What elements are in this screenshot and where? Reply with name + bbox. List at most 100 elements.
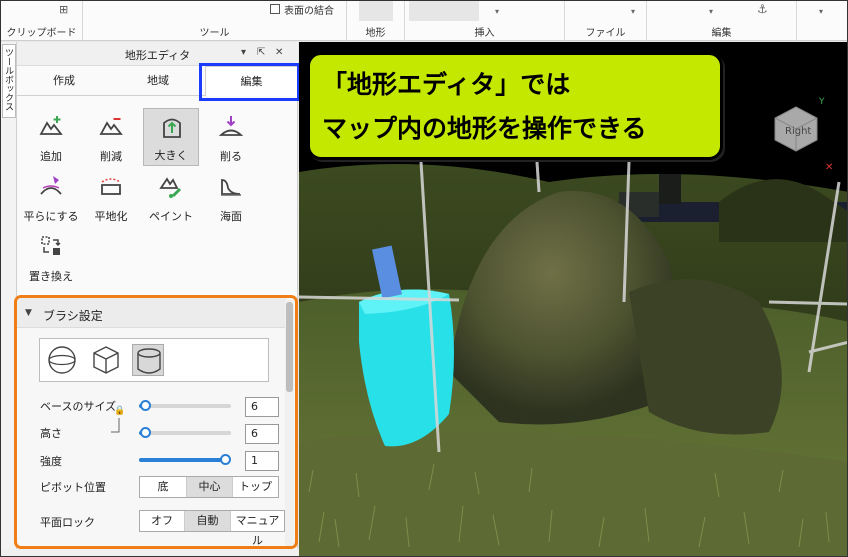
pivot-option-center[interactable]: 中心: [187, 477, 233, 497]
tool-grow-label: 大きく: [154, 149, 188, 162]
edit-dropdown-icon[interactable]: ▾: [709, 7, 713, 16]
tab-create[interactable]: 作成: [17, 66, 111, 96]
height-slider-knob[interactable]: [140, 427, 151, 438]
base-size-label: ベースのサイズ: [40, 400, 117, 413]
subtract-terrain-icon: [99, 118, 123, 135]
tool-subtract-label: 削減: [100, 150, 122, 163]
base-size-slider-knob[interactable]: [140, 400, 151, 411]
tool-sea-level[interactable]: 海面: [203, 168, 259, 226]
strength-label: 強度: [40, 455, 62, 468]
tool-flatten[interactable]: 平地化: [83, 168, 139, 226]
file-group-label: ファイル: [585, 28, 626, 39]
terrain-button[interactable]: [359, 1, 393, 21]
edit-tab-highlight: [199, 63, 300, 101]
tool-replace[interactable]: 置き換え: [23, 228, 79, 286]
x-axis-marker: ✕: [825, 162, 834, 173]
tool-erode[interactable]: 削る: [203, 108, 259, 166]
panel-title: 地形エディタ: [124, 49, 191, 62]
3d-viewport[interactable]: Right Y ✕ 「地形エディタ」では マップ内の地形を操作できる: [299, 42, 847, 556]
pivot-option-bottom[interactable]: 底: [140, 477, 187, 497]
brush-shape-cube[interactable]: [90, 344, 122, 376]
brush-settings-header[interactable]: ▼ ブラシ設定: [17, 298, 287, 328]
file-dropdown-icon[interactable]: ▾: [631, 7, 635, 16]
pivot-option-top[interactable]: トップ: [233, 477, 278, 497]
merge-surfaces-label: 表面の結合: [284, 6, 334, 17]
strength-slider[interactable]: [139, 454, 231, 465]
anchor-icon[interactable]: ⚓: [757, 2, 768, 16]
annotation-callout: 「地形エディタ」では マップ内の地形を操作できる: [307, 52, 723, 160]
base-size-input[interactable]: 6: [245, 397, 279, 417]
height-slider[interactable]: [139, 427, 231, 438]
brush-settings-scroll-thumb[interactable]: [286, 302, 293, 392]
callout-line-2: マップ内の地形を操作できる: [322, 114, 647, 143]
cube-icon: [93, 346, 119, 374]
flatten-terrain-icon: [101, 178, 121, 195]
ribbon: ⊞ クリップボード ツール 表面の結合 地形 ▾ 挿入 ▾ ファイル ▾ ⚓ 編…: [1, 1, 847, 41]
lock-icon[interactable]: 🔒: [114, 406, 125, 416]
brush-shape-sphere[interactable]: [46, 344, 78, 376]
toolbox-tab[interactable]: ツールボックス: [2, 44, 16, 118]
cylinder-icon: [137, 348, 161, 374]
base-size-slider[interactable]: [139, 400, 231, 411]
brush-shape-selector: [39, 338, 269, 382]
pivot-label: ピボット位置: [40, 481, 106, 494]
clipboard-group-label: クリップボード: [6, 28, 77, 39]
window: ⊞ クリップボード ツール 表面の結合 地形 ▾ 挿入 ▾ ファイル ▾ ⚓ 編…: [0, 0, 848, 557]
collapse-triangle-icon[interactable]: ▼: [25, 308, 32, 318]
smooth-terrain-icon: [40, 176, 62, 195]
tool-add-label: 追加: [40, 150, 62, 163]
insert-button[interactable]: [409, 1, 479, 21]
strength-input[interactable]: 1: [245, 451, 279, 471]
height-input[interactable]: 6: [245, 424, 279, 444]
tool-replace-label: 置き換え: [29, 270, 73, 283]
tool-add[interactable]: 追加: [23, 108, 79, 166]
plane-lock-label: 平面ロック: [40, 516, 95, 529]
panel-close-icon[interactable]: ✕: [275, 47, 283, 58]
sea-level-icon: [221, 179, 241, 196]
erode-terrain-icon: [219, 116, 243, 136]
edit-group-label: 編集: [711, 28, 732, 39]
tools-group: ツール 表面の結合: [83, 1, 347, 41]
grow-terrain-icon: [163, 118, 181, 138]
y-axis-label: Y: [819, 97, 825, 107]
strength-slider-fill: [139, 458, 227, 462]
insert-dropdown-icon[interactable]: ▾: [495, 7, 499, 16]
tool-paint-label: ペイント: [149, 210, 193, 223]
file-group: ▾ ファイル: [565, 1, 647, 41]
tab-region[interactable]: 地域: [111, 66, 205, 96]
tool-smooth[interactable]: 平らにする: [23, 168, 79, 226]
view-cube-icon: Right: [774, 106, 818, 152]
height-label: 高さ: [40, 427, 62, 440]
tool-sea-level-label: 海面: [220, 210, 242, 223]
strength-slider-knob[interactable]: [220, 454, 231, 465]
plane-lock-option-manual[interactable]: マニュアル: [231, 511, 284, 546]
plane-lock-option-auto[interactable]: 自動: [185, 511, 231, 531]
brush-settings: ▼ ブラシ設定 ベースのサイズ 🔒 6 高さ 6 強度 1 ピボット位置 底 中…: [14, 295, 298, 549]
lock-link-icon: [111, 418, 120, 433]
clipboard-icon[interactable]: ⊞: [59, 3, 68, 16]
merge-surfaces-checkbox[interactable]: [270, 4, 280, 14]
view-navigation-cube[interactable]: Right: [771, 104, 821, 154]
sphere-icon: [48, 346, 76, 374]
plane-lock-option-off[interactable]: オフ: [140, 511, 185, 531]
status-strip: [1, 549, 299, 556]
terrain-group: 地形: [347, 1, 405, 41]
tool-erode-label: 削る: [220, 150, 242, 163]
tools-group-label: ツール: [199, 28, 230, 39]
insert-group: ▾ 挿入: [405, 1, 565, 41]
tool-grow[interactable]: 大きく: [143, 108, 199, 166]
panel-dropdown-icon[interactable]: ▾: [241, 47, 246, 58]
view-cube-label: Right: [785, 126, 811, 137]
more-dropdown-icon[interactable]: ▾: [819, 7, 823, 16]
add-terrain-icon: [39, 116, 63, 135]
brush-settings-scrollbar[interactable]: [285, 300, 294, 546]
tool-paint[interactable]: ペイント: [143, 168, 199, 226]
callout-line-1: 「地形エディタ」では: [322, 70, 571, 99]
brush-settings-title: ブラシ設定: [43, 309, 103, 323]
panel-undock-icon[interactable]: ⇱: [257, 47, 265, 58]
clipboard-group: ⊞ クリップボード: [1, 1, 83, 41]
tool-subtract[interactable]: 削減: [83, 108, 139, 166]
brush-shape-cylinder[interactable]: [132, 344, 164, 376]
tool-flatten-label: 平地化: [94, 210, 128, 223]
plane-lock-selector: オフ 自動 マニュアル: [139, 510, 285, 546]
